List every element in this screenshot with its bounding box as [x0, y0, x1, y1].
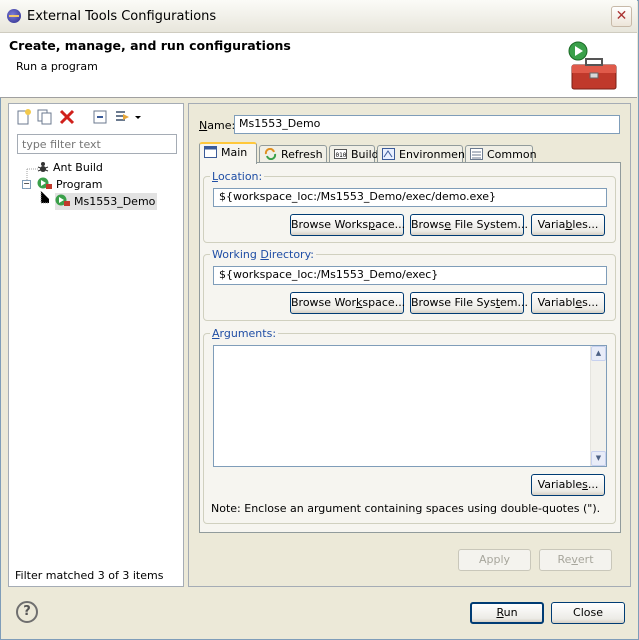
delete-icon[interactable] [58, 108, 76, 126]
duplicate-icon[interactable] [36, 108, 54, 126]
main-tab-icon [204, 146, 217, 158]
common-icon [470, 148, 483, 160]
name-label: Name: [199, 119, 236, 132]
filter-icon[interactable] [113, 108, 143, 126]
refresh-icon [264, 147, 277, 161]
apply-button[interactable]: Apply [458, 549, 531, 571]
tree-label-ant-build: Ant Build [53, 161, 103, 174]
banner-subtitle: Run a program [16, 60, 98, 73]
arguments-scrollbar[interactable]: ▲ ▼ [590, 346, 606, 466]
banner-title: Create, manage, and run configurations [9, 38, 291, 53]
eclipse-icon [7, 9, 21, 23]
browse-file-system-button[interactable]: Browse File System... [410, 214, 528, 236]
tree-item-ant-build[interactable]: Ant Build [37, 159, 103, 176]
build-icon: 010 [334, 148, 347, 160]
window-title: External Tools Configurations [27, 9, 217, 24]
title-bar: External Tools Configurations ✕ [0, 0, 637, 33]
help-icon[interactable]: ? [16, 601, 38, 623]
working-directory-legend: Working Directory: [210, 248, 316, 261]
name-input[interactable]: Ms1553_Demo [234, 115, 620, 134]
location-input[interactable]: ${workspace_loc:/Ms1553_Demo/exec/demo.e… [213, 188, 607, 207]
svg-text:010: 010 [336, 152, 347, 159]
tree-item-ms1553-demo[interactable]: Ms1553_Demo [55, 193, 158, 210]
working-directory-group: Working Directory: ${workspace_loc:/Ms15… [203, 248, 616, 321]
close-window-button[interactable]: ✕ [611, 6, 632, 27]
scroll-up-icon[interactable]: ▲ [591, 346, 606, 361]
run-button[interactable]: Run [470, 602, 544, 624]
location-variables-button[interactable]: Variables... [531, 214, 605, 236]
wd-variables-button[interactable]: Variables... [531, 292, 605, 314]
working-directory-input[interactable]: ${workspace_loc:/Ms1553_Demo/exec} [213, 266, 607, 285]
wd-browse-workspace-button[interactable]: Browse Workspace... [290, 292, 405, 314]
program-config-icon [55, 194, 70, 206]
main-tab-panel: Location: ${workspace_loc:/Ms1553_Demo/e… [199, 162, 621, 533]
program-launch-icon [37, 177, 52, 189]
arguments-group: Arguments: ▲ ▼ Variables... Note: Enclos… [203, 327, 616, 524]
tab-main[interactable]: Main [199, 142, 257, 164]
collapse-all-icon[interactable] [91, 108, 109, 126]
arguments-variables-button[interactable]: Variables... [531, 474, 605, 496]
arguments-legend: Arguments: [210, 327, 279, 340]
ant-icon [37, 161, 49, 173]
scroll-down-icon[interactable]: ▼ [591, 451, 606, 466]
location-legend: Location: [210, 170, 265, 183]
dialog-banner: Create, manage, and run configurations R… [0, 33, 637, 98]
tree-label-program: Program [56, 178, 103, 191]
environment-icon [382, 148, 395, 160]
revert-button[interactable]: Revert [539, 549, 612, 571]
tree-collapse-toggle[interactable]: − [22, 180, 31, 189]
filter-status: Filter matched 3 of 3 items [15, 569, 164, 582]
configuration-list-pane: Ant Build − Program Ms1553_Demo Filter m… [8, 103, 184, 587]
location-group: Location: ${workspace_loc:/Ms1553_Demo/e… [203, 170, 616, 243]
tree-label-ms1553-demo: Ms1553_Demo [74, 195, 156, 208]
toolbox-run-icon [568, 41, 617, 90]
wd-browse-file-system-button[interactable]: Browse File System... [410, 292, 528, 314]
close-button[interactable]: Close [551, 602, 625, 624]
filter-input[interactable] [17, 134, 177, 154]
browse-workspace-button[interactable]: Browse Workspace... [290, 214, 405, 236]
configuration-editor-pane: Name: Ms1553_Demo Main Refresh 010 Build … [188, 103, 631, 587]
new-configuration-icon[interactable] [15, 108, 33, 126]
arguments-note: Note: Enclose an argument containing spa… [211, 502, 601, 515]
arguments-textarea[interactable]: ▲ ▼ [213, 345, 607, 467]
tree-item-program[interactable]: Program [37, 176, 102, 193]
